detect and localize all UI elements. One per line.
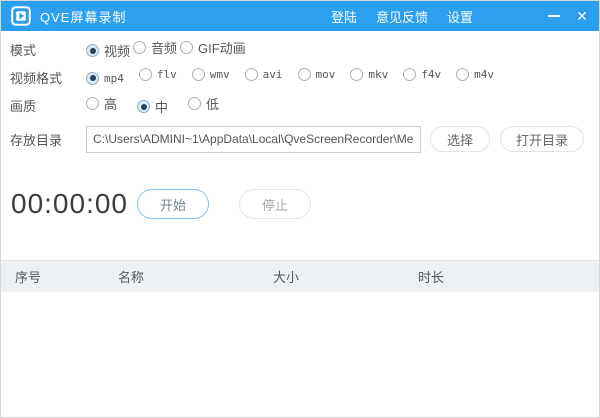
recordings-table-header: 序号 名称 大小 时长 — [1, 260, 599, 292]
format-option-mp4[interactable]: mp4 — [86, 72, 124, 85]
minimize-icon — [548, 15, 560, 17]
radio-unselected-icon[interactable] — [350, 68, 363, 81]
recordings-table-body — [1, 292, 599, 418]
format-option-f4v[interactable]: f4v — [403, 68, 441, 81]
mode-radio-group: 视频 音频 GIF动画 — [86, 38, 249, 61]
format-option-flv[interactable]: flv — [139, 68, 177, 81]
format-option-label: mov — [316, 68, 336, 81]
titlebar: QVE屏幕录制 登陆 意见反馈 设置 ✕ — [1, 1, 599, 31]
column-header-size: 大小 — [273, 267, 418, 286]
titlebar-links: 登陆 意见反馈 设置 — [331, 7, 473, 26]
format-option-label: mkv — [368, 68, 388, 81]
app-title: QVE屏幕录制 — [40, 7, 126, 26]
format-option-label: flv — [157, 68, 177, 81]
directory-row: 存放目录 选择 打开目录 — [1, 122, 599, 156]
mode-option-label: 视频 — [104, 41, 130, 60]
radio-selected-icon[interactable] — [86, 44, 99, 57]
radio-unselected-icon[interactable] — [245, 68, 258, 81]
radio-unselected-icon[interactable] — [86, 97, 99, 110]
mode-option-音频[interactable]: 音频 — [133, 38, 177, 57]
app-logo-play-icon — [11, 6, 31, 26]
format-option-wmv[interactable]: wmv — [192, 68, 230, 81]
minimize-button[interactable] — [541, 1, 567, 31]
radio-selected-icon[interactable] — [137, 100, 150, 113]
mode-row: 模式 视频 音频 GIF动画 — [1, 35, 599, 63]
timer-display: 00:00:00 — [11, 188, 129, 220]
open-directory-button[interactable]: 打开目录 — [500, 126, 584, 152]
quality-option-中[interactable]: 中 — [137, 97, 168, 116]
format-option-avi[interactable]: avi — [245, 68, 283, 81]
format-option-m4v[interactable]: m4v — [456, 68, 494, 81]
radio-unselected-icon[interactable] — [139, 68, 152, 81]
recorder-controls: 00:00:00 开始 停止 — [1, 189, 599, 219]
format-label: 视频格式 — [10, 68, 86, 87]
radio-unselected-icon[interactable] — [188, 97, 201, 110]
quality-radio-group: 高中低 — [86, 94, 239, 117]
choose-directory-button[interactable]: 选择 — [430, 126, 490, 152]
radio-unselected-icon[interactable] — [298, 68, 311, 81]
quality-option-label: 低 — [206, 94, 219, 113]
options-form: 模式 视频音频GIF动画 视频格式 mp4flvwmvavimovmkvf4vm… — [1, 31, 599, 156]
radio-unselected-icon[interactable] — [403, 68, 416, 81]
column-header-name: 名称 — [118, 267, 273, 286]
format-radio-group: mp4 flv wmv avi mov mkv f4v m4v — [86, 68, 509, 86]
feedback-link[interactable]: 意见反馈 — [376, 7, 428, 26]
radio-selected-icon[interactable] — [86, 72, 99, 85]
format-option-label: m4v — [474, 68, 494, 81]
quality-option-label: 高 — [104, 94, 117, 113]
settings-link[interactable]: 设置 — [447, 7, 473, 26]
format-option-label: f4v — [421, 68, 441, 81]
mode-option-label: GIF动画 — [198, 38, 246, 57]
radio-unselected-icon[interactable] — [180, 41, 193, 54]
close-button[interactable]: ✕ — [567, 1, 597, 31]
quality-label: 画质 — [10, 96, 86, 115]
format-option-mov[interactable]: mov — [298, 68, 336, 81]
mode-label: 模式 — [10, 40, 86, 59]
format-row: 视频格式 mp4 flv wmv avi mov mkv f4v m4v — [1, 63, 599, 91]
directory-input[interactable] — [86, 126, 421, 153]
mode-option-视频[interactable]: 视频 — [86, 41, 130, 60]
format-option-label: wmv — [210, 68, 230, 81]
quality-option-label: 中 — [155, 97, 168, 116]
mode-option-label: 音频 — [151, 38, 177, 57]
start-recording-button[interactable]: 开始 — [137, 189, 209, 219]
format-option-label: mp4 — [104, 72, 124, 85]
window-controls: ✕ — [541, 1, 599, 31]
quality-option-高[interactable]: 高 — [86, 94, 117, 113]
radio-unselected-icon[interactable] — [192, 68, 205, 81]
stop-recording-button[interactable]: 停止 — [239, 189, 311, 219]
format-option-mkv[interactable]: mkv — [350, 68, 388, 81]
column-header-index: 序号 — [1, 267, 118, 286]
mode-option-GIF动画[interactable]: GIF动画 — [180, 38, 246, 57]
format-option-label: avi — [263, 68, 283, 81]
directory-label: 存放目录 — [10, 130, 86, 149]
radio-unselected-icon[interactable] — [456, 68, 469, 81]
column-header-duration: 时长 — [418, 267, 599, 286]
quality-option-低[interactable]: 低 — [188, 94, 219, 113]
quality-row: 画质 高 中 低 — [1, 91, 599, 119]
radio-unselected-icon[interactable] — [133, 41, 146, 54]
login-link[interactable]: 登陆 — [331, 7, 357, 26]
app-window: QVE屏幕录制 登陆 意见反馈 设置 ✕ 模式 视频 音频 GIF动画 视频格式 m… — [0, 0, 600, 418]
